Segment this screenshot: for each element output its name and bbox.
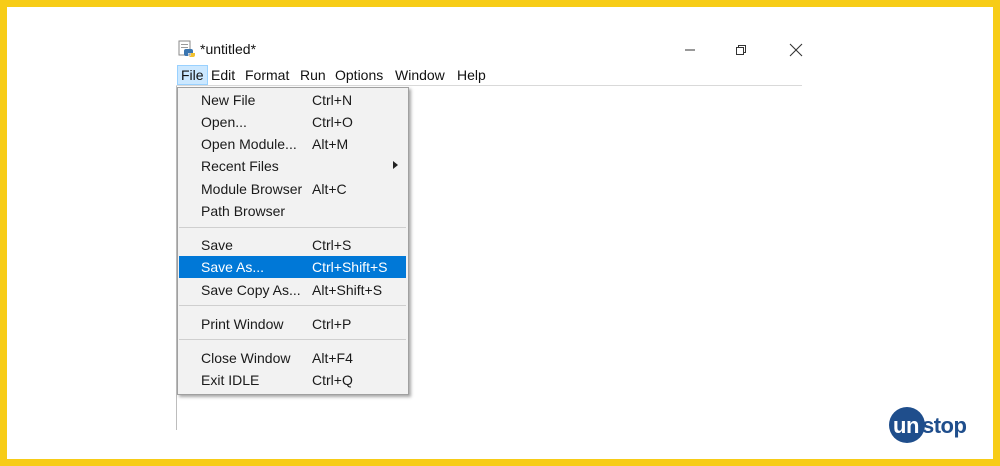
menu-item-label: Recent Files <box>201 158 279 174</box>
python-idle-icon <box>178 40 196 58</box>
menu-item-open-module[interactable]: Open Module... Alt+M <box>179 133 406 155</box>
submenu-arrow-icon <box>393 161 398 169</box>
menu-item-shortcut: Ctrl+Q <box>312 372 353 388</box>
minimize-icon <box>685 49 695 51</box>
logo-text-stop: stop <box>922 413 967 438</box>
menu-edit[interactable]: Edit <box>208 66 238 84</box>
menu-item-shortcut: Alt+F4 <box>312 350 353 366</box>
menu-item-shortcut: Ctrl+N <box>312 92 353 108</box>
menu-window[interactable]: Window <box>392 66 448 84</box>
menu-run[interactable]: Run <box>297 66 329 84</box>
title-bar[interactable]: *untitled* <box>176 36 803 64</box>
menu-item-label: Save Copy As... <box>201 282 301 298</box>
menu-options[interactable]: Options <box>332 66 386 84</box>
menu-help[interactable]: Help <box>454 66 489 84</box>
menu-item-label: Print Window <box>201 316 284 332</box>
menu-item-label: Open Module... <box>201 136 297 152</box>
menu-separator <box>179 339 406 340</box>
menu-item-shortcut: Alt+M <box>312 136 349 152</box>
minimize-button[interactable] <box>670 36 710 64</box>
menu-item-recent-files[interactable]: Recent Files <box>179 155 406 177</box>
menu-item-save-copy-as[interactable]: Save Copy As... Alt+Shift+S <box>179 279 406 301</box>
menu-item-shortcut: Alt+Shift+S <box>312 282 383 298</box>
menu-file[interactable]: File <box>177 65 208 85</box>
menu-item-shortcut: Ctrl+Shift+S <box>312 259 388 275</box>
restore-button[interactable] <box>721 36 761 64</box>
menu-item-label: Save As... <box>201 259 265 275</box>
close-button[interactable] <box>776 36 816 64</box>
menu-item-save-as[interactable]: Save As... Ctrl+Shift+S <box>179 256 406 278</box>
close-icon <box>789 43 803 57</box>
logo-text-un: un <box>893 413 919 438</box>
menu-item-label: Open... <box>201 114 247 130</box>
menu-format[interactable]: Format <box>242 66 292 84</box>
menu-item-label: New File <box>201 92 256 108</box>
unstop-logo: un stop <box>889 405 981 445</box>
menu-item-shortcut: Ctrl+O <box>312 114 353 130</box>
menu-item-label: Module Browser <box>201 181 303 197</box>
window-title: *untitled* <box>200 41 257 57</box>
menu-separator <box>179 227 406 228</box>
menu-item-print-window[interactable]: Print Window Ctrl+P <box>179 313 406 335</box>
menu-separator <box>179 305 406 306</box>
menu-item-exit-idle[interactable]: Exit IDLE Ctrl+Q <box>179 369 406 391</box>
menu-item-close-window[interactable]: Close Window Alt+F4 <box>179 347 406 369</box>
menu-item-label: Exit IDLE <box>201 372 260 388</box>
menu-item-shortcut: Alt+C <box>312 181 347 197</box>
menu-item-path-browser[interactable]: Path Browser <box>179 200 406 222</box>
menu-item-label: Path Browser <box>201 203 286 219</box>
menu-item-label: Close Window <box>201 350 291 366</box>
menu-bar: File Edit Format Run Options Window Help <box>176 64 802 86</box>
menu-item-shortcut: Ctrl+P <box>312 316 352 332</box>
menu-item-label: Save <box>201 237 233 253</box>
restore-icon <box>736 45 746 55</box>
menu-item-open[interactable]: Open... Ctrl+O <box>179 111 406 133</box>
menu-item-shortcut: Ctrl+S <box>312 237 352 253</box>
file-menu-dropdown: New File Ctrl+N Open... Ctrl+O Open Modu… <box>177 87 409 395</box>
menu-item-save[interactable]: Save Ctrl+S <box>179 234 406 256</box>
menu-item-module-browser[interactable]: Module Browser Alt+C <box>179 178 406 200</box>
menu-item-new-file[interactable]: New File Ctrl+N <box>179 89 406 111</box>
